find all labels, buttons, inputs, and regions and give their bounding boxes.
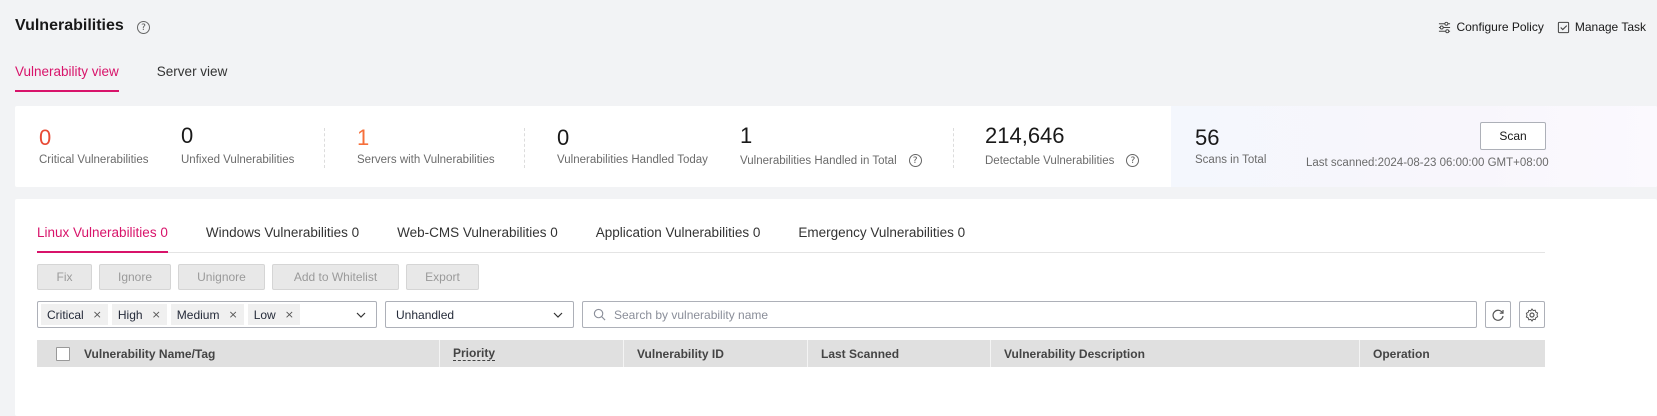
search-input[interactable] — [614, 307, 1314, 322]
sliders-icon — [1439, 21, 1451, 33]
stat-unfixed: 0 Unfixed Vulnerabilities — [181, 124, 295, 167]
severity-tag: Low × — [247, 304, 300, 325]
unignore-button[interactable]: Unignore — [178, 264, 265, 290]
stat-handled-today: 0 Vulnerabilities Handled Today — [557, 126, 708, 167]
severity-tag: Critical × — [41, 304, 108, 325]
column-label: Last Scanned — [821, 346, 900, 361]
select-all-checkbox[interactable] — [56, 346, 70, 361]
stat-detectable-value: 214,646 — [985, 123, 1065, 148]
tag-close-icon[interactable]: × — [228, 308, 237, 321]
column-label: Vulnerability Description — [1004, 346, 1145, 361]
status-select[interactable]: Unhandled — [385, 301, 574, 328]
chevron-down-icon[interactable] — [356, 310, 366, 320]
tab-server-view[interactable]: Server view — [157, 64, 228, 92]
stat-scans-label: Scans in Total — [1195, 154, 1267, 166]
stat-handled-total-label-row: Vulnerabilities Handled in Total ? — [740, 154, 922, 167]
vulnerability-list-card: Linux Vulnerabilities 0 Windows Vulnerab… — [15, 199, 1657, 416]
tab-linux-vulnerabilities[interactable]: Linux Vulnerabilities 0 — [37, 225, 168, 253]
manage-task-label: Manage Task — [1574, 20, 1646, 34]
tag-close-icon[interactable]: × — [152, 308, 161, 321]
export-button[interactable]: Export — [406, 264, 479, 290]
tab-windows-vulnerabilities[interactable]: Windows Vulnerabilities 0 — [206, 225, 359, 253]
column-label: Vulnerability ID — [637, 346, 724, 361]
column-last-scanned: Last Scanned — [808, 340, 991, 367]
stat-critical: 0 Critical Vulnerabilities — [39, 126, 149, 167]
search-icon — [593, 308, 606, 321]
fix-button[interactable]: Fix — [37, 264, 92, 290]
help-icon[interactable]: ? — [137, 21, 150, 34]
column-label: Operation — [1373, 346, 1430, 361]
settings-icon — [1525, 307, 1539, 322]
search-box — [582, 301, 1477, 328]
chevron-down-icon — [553, 312, 563, 318]
configure-policy-button[interactable]: Configure Policy — [1438, 20, 1544, 34]
tab-vulnerability-view[interactable]: Vulnerability view — [15, 64, 119, 92]
action-toolbar: Fix Ignore Unignore Add to Whitelist Exp… — [37, 264, 479, 290]
stat-handled-total-label: Vulnerabilities Handled in Total — [740, 154, 897, 167]
column-label: Priority — [453, 346, 496, 361]
stat-handled-today-value[interactable]: 0 — [557, 126, 708, 150]
checkbox-task-icon — [1557, 21, 1569, 33]
tab-application-vulnerabilities[interactable]: Application Vulnerabilities 0 — [596, 225, 761, 253]
stat-servers-value[interactable]: 1 — [357, 126, 495, 150]
severity-tag-label: Low — [253, 307, 276, 322]
stat-servers-label: Servers with Vulnerabilities — [357, 154, 495, 166]
vulnerability-type-tabs: Linux Vulnerabilities 0 Windows Vulnerab… — [37, 225, 1545, 253]
column-priority[interactable]: Priority — [440, 340, 624, 367]
refresh-button[interactable] — [1485, 301, 1511, 328]
statistics-card: 0 Critical Vulnerabilities 0 Unfixed Vul… — [15, 106, 1657, 187]
severity-tag: High × — [111, 304, 167, 325]
stat-scans: 56 Scans in Total — [1195, 125, 1267, 167]
stat-handled-total-value[interactable]: 1 — [740, 124, 922, 148]
column-operation: Operation — [1360, 340, 1545, 367]
severity-tag-label: High — [117, 307, 143, 322]
column-description: Vulnerability Description — [991, 340, 1360, 367]
page-title: Vulnerabilities — [15, 17, 124, 34]
filter-row: Critical × High × Medium × Low × Unhandled — [37, 301, 1552, 328]
column-label: Vulnerability Name/Tag — [84, 346, 216, 361]
manage-task-button[interactable]: Manage Task — [1557, 20, 1646, 34]
ignore-button[interactable]: Ignore — [99, 264, 171, 290]
tab-webcms-vulnerabilities[interactable]: Web-CMS Vulnerabilities 0 — [397, 225, 558, 253]
settings-button[interactable] — [1519, 301, 1545, 328]
divider — [524, 128, 525, 168]
table-header: Vulnerability Name/Tag Priority Vulnerab… — [37, 340, 1545, 367]
stat-detectable: 214,646 Detectable Vulnerabilities ? — [985, 123, 1140, 167]
divider — [324, 128, 325, 168]
stat-critical-value[interactable]: 0 — [39, 126, 149, 150]
stat-unfixed-label: Unfixed Vulnerabilities — [181, 154, 295, 166]
add-to-whitelist-button[interactable]: Add to Whitelist — [272, 264, 399, 290]
stat-critical-label: Critical Vulnerabilities — [39, 154, 149, 166]
stat-handled-today-label: Vulnerabilities Handled Today — [557, 154, 708, 166]
severity-tag-label: Critical — [47, 307, 84, 322]
help-icon[interactable]: ? — [1126, 154, 1140, 167]
last-scanned-text: Last scanned:2024-08-23 06:00:00 GMT+08:… — [1306, 157, 1549, 169]
divider — [953, 128, 954, 168]
status-select-value: Unhandled — [396, 307, 455, 322]
tab-emergency-vulnerabilities[interactable]: Emergency Vulnerabilities 0 — [798, 225, 965, 253]
top-actions: Configure Policy Manage Task — [1438, 20, 1646, 34]
view-tabs: Vulnerability view Server view — [15, 64, 227, 92]
scan-button[interactable]: Scan — [1480, 122, 1546, 150]
stat-unfixed-value[interactable]: 0 — [181, 124, 294, 148]
refresh-icon — [1492, 309, 1504, 321]
column-vulnerability-id: Vulnerability ID — [624, 340, 808, 367]
tag-close-icon[interactable]: × — [93, 308, 102, 321]
severity-multiselect[interactable]: Critical × High × Medium × Low × — [37, 301, 377, 328]
stat-detectable-label-row: Detectable Vulnerabilities ? — [985, 154, 1140, 167]
stat-detectable-label: Detectable Vulnerabilities — [985, 154, 1115, 167]
stat-servers: 1 Servers with Vulnerabilities — [357, 126, 495, 167]
tag-close-icon[interactable]: × — [285, 308, 294, 321]
configure-policy-label: Configure Policy — [1456, 20, 1544, 34]
severity-tag-label: Medium — [176, 307, 220, 322]
stat-scans-value: 56 — [1195, 125, 1220, 150]
column-vulnerability-name: Vulnerability Name/Tag — [37, 340, 440, 367]
stat-handled-total: 1 Vulnerabilities Handled in Total ? — [740, 124, 922, 167]
severity-tag: Medium × — [170, 304, 244, 325]
help-icon[interactable]: ? — [908, 154, 922, 167]
